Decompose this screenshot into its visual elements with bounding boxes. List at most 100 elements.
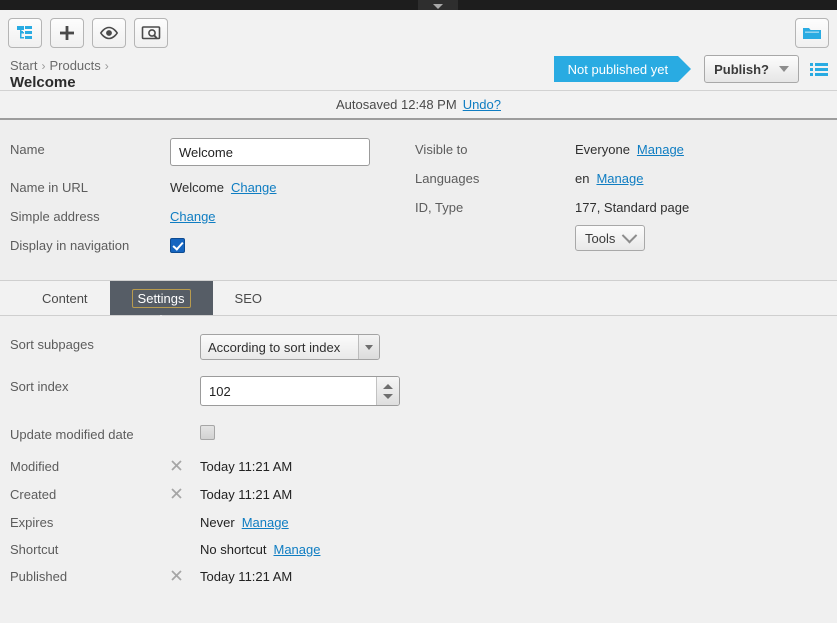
published-value: Today 11:21 AM — [200, 569, 293, 584]
field-id-type-row: ID, Type 177, Standard page — [415, 196, 835, 215]
expires-value: Never — [200, 515, 235, 530]
sort-subpages-select[interactable]: According to sort index — [200, 334, 380, 360]
settings-panel: Sort subpages According to sort index So… — [0, 316, 837, 611]
shortcut-value: No shortcut — [200, 542, 267, 557]
tab-settings[interactable]: Settings — [109, 281, 213, 324]
modified-row: Modified Today 11:21 AM — [10, 456, 837, 475]
name-input[interactable] — [170, 138, 370, 166]
modified-edit-icon-cell[interactable] — [170, 456, 200, 475]
publish-button[interactable]: Publish? — [704, 55, 799, 83]
x-mark-icon — [171, 570, 182, 581]
name-in-url-change-link[interactable]: Change — [231, 180, 277, 195]
breadcrumb-item-start[interactable]: Start — [10, 58, 37, 73]
chevron-down-icon — [622, 227, 638, 243]
tab-seo[interactable]: SEO — [213, 281, 284, 315]
spinner-up-icon[interactable] — [383, 383, 393, 389]
tab-content[interactable]: Content — [20, 281, 110, 315]
shortcut-row: Shortcut No shortcut Manage — [10, 539, 837, 557]
sort-index-stepper[interactable] — [200, 376, 400, 406]
toggle-view-button[interactable] — [92, 18, 126, 48]
publish-button-label: Publish? — [714, 61, 769, 77]
create-new-button[interactable] — [50, 18, 84, 48]
breadcrumb-separator: › — [41, 59, 46, 73]
name-in-url-value: Welcome — [170, 180, 224, 195]
sort-subpages-row: Sort subpages According to sort index — [10, 334, 837, 360]
created-edit-icon-cell[interactable] — [170, 484, 200, 503]
sort-subpages-value: According to sort index — [208, 339, 341, 355]
info-right-column: Visible to Everyone Manage Languages en … — [415, 138, 835, 261]
window-top-strip — [0, 0, 837, 14]
field-label: Sort subpages — [10, 337, 94, 352]
list-icon — [810, 62, 828, 76]
modified-value: Today 11:21 AM — [200, 459, 293, 474]
visible-to-manage-link[interactable]: Manage — [637, 142, 684, 157]
folder-icon — [803, 28, 821, 39]
sort-index-row: Sort index — [10, 376, 837, 406]
breadcrumb: Start › Products › — [10, 58, 113, 73]
field-label: Name in URL — [10, 180, 89, 195]
field-simple-address-row: Simple address Change — [10, 205, 410, 224]
eye-icon — [99, 26, 119, 40]
tools-row: Tools — [415, 225, 835, 251]
status-badge: Not published yet — [553, 56, 692, 82]
main-toolbar — [8, 18, 168, 48]
chevron-down-icon — [779, 66, 789, 72]
field-label: Simple address — [10, 209, 100, 224]
expires-row: Expires Never Manage — [10, 512, 837, 530]
tab-bar: Content Settings SEO — [0, 281, 837, 324]
field-languages-row: Languages en Manage — [415, 167, 835, 186]
id-type-value: 177, Standard page — [575, 200, 690, 215]
expires-manage-link[interactable]: Manage — [242, 515, 289, 530]
undo-link[interactable]: Undo? — [463, 97, 501, 112]
field-label: Name — [10, 142, 45, 157]
autosave-text: Autosaved 12:48 PM — [335, 97, 457, 112]
field-label: Languages — [415, 171, 480, 186]
page-tree-toggle-button[interactable] — [8, 18, 42, 48]
field-label: Display in navigation — [10, 238, 130, 253]
spinner-down-icon[interactable] — [383, 393, 393, 399]
versions-list-button[interactable] — [809, 61, 829, 78]
breadcrumb-item-products[interactable]: Products — [49, 58, 100, 73]
preview-button[interactable] — [134, 18, 168, 48]
field-name-row: Name — [10, 138, 410, 166]
tools-spacer — [415, 225, 575, 229]
field-label: Modified — [10, 459, 60, 474]
x-mark-icon — [171, 488, 182, 499]
info-left-column: Name Name in URL Welcome Change Simple a… — [10, 138, 410, 263]
published-row: Published Today 11:21 AM — [10, 566, 837, 585]
created-value: Today 11:21 AM — [200, 487, 293, 502]
languages-manage-link[interactable]: Manage — [596, 171, 643, 186]
assets-pane-toggle-button[interactable] — [795, 18, 829, 48]
page-header: Start › Products › Welcome Not published ye… — [0, 10, 837, 91]
field-display-in-navigation-row: Display in navigation — [10, 234, 410, 253]
field-label: Sort index — [10, 379, 69, 394]
field-label: Published — [10, 569, 68, 584]
autosave-bar: Autosaved 12:48 PM Undo? — [0, 91, 837, 120]
update-modified-date-row: Update modified date — [10, 424, 837, 442]
shortcut-manage-link[interactable]: Manage — [273, 542, 320, 557]
publish-cluster: Not published yet Publish? — [553, 55, 829, 83]
sort-index-input[interactable] — [200, 376, 400, 406]
tab-label: Content — [42, 290, 88, 306]
breadcrumb-separator: › — [104, 59, 109, 73]
field-name-in-url-row: Name in URL Welcome Change — [10, 176, 410, 195]
published-edit-icon-cell[interactable] — [170, 566, 200, 585]
field-label: Visible to — [415, 142, 468, 157]
tools-button[interactable]: Tools — [575, 225, 646, 251]
languages-value: en — [575, 171, 590, 186]
page-title: Welcome — [10, 74, 76, 91]
update-modified-date-checkbox[interactable] — [200, 425, 215, 440]
visible-to-value: Everyone — [575, 142, 630, 157]
plus-icon — [60, 26, 74, 40]
display-in-navigation-checkbox[interactable] — [170, 238, 185, 253]
chevron-down-icon — [358, 335, 379, 359]
field-label: Update modified date — [10, 427, 134, 442]
sort-index-spin-buttons[interactable] — [376, 377, 399, 405]
field-label: Expires — [10, 515, 54, 530]
simple-address-change-link[interactable]: Change — [170, 209, 216, 224]
chevron-down-icon — [433, 4, 443, 9]
field-label: ID, Type — [415, 200, 464, 215]
x-mark-icon — [171, 460, 182, 471]
created-row: Created Today 11:21 AM — [10, 484, 837, 503]
screen-search-icon — [141, 25, 161, 39]
